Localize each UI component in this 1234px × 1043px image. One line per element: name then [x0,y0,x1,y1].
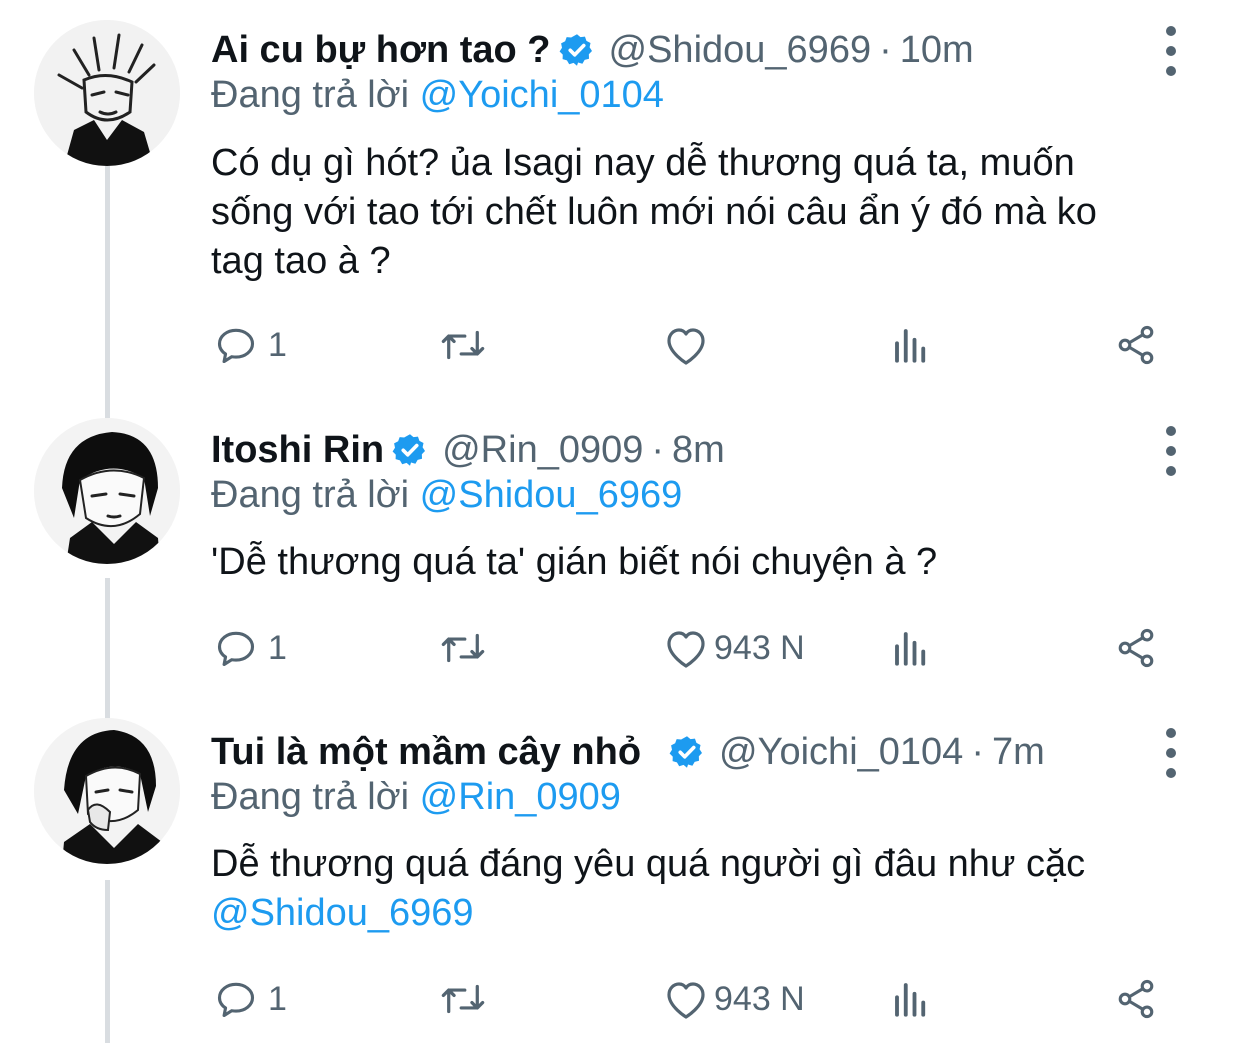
retweet-button[interactable] [438,974,488,1024]
replying-to-label: Đang trả lời [211,776,410,818]
user-handle[interactable]: @Shidou_6969 [609,29,872,72]
tweet-text: Có dụ gì hót? ủa Isagi nay dễ thương quá… [211,139,1201,286]
share-icon [1118,325,1154,365]
replying-to-line: Đang trả lời @Rin_0909 [211,772,621,822]
like-button[interactable]: 943 N [662,623,805,673]
tweet-text: Dễ thương quá đáng yêu quá người gì đâu … [211,840,1201,938]
more-options-button[interactable] [1156,426,1186,476]
share-icon [1118,979,1154,1019]
verified-badge-icon [559,32,595,68]
tweet-text-line: Có dụ gì hót? ủa Isagi nay dễ thương quá… [211,142,1075,184]
replying-to-line: Đang trả lời @Shidou_6969 [211,470,682,520]
heart-icon [667,631,705,668]
tweet-actions: 1 943 N [0,623,1234,673]
heart-icon [667,982,705,1019]
verified-badge-icon [392,432,428,468]
tweet-actions: 1 943 N [0,974,1234,1024]
views-button[interactable] [890,623,932,673]
user-handle[interactable]: @Rin_0909 [442,429,643,472]
reply-icon [217,328,255,364]
reply-button[interactable]: 1 [214,320,287,370]
views-icon [895,983,926,1017]
views-icon [895,632,926,666]
replying-to-mention[interactable]: @Yoichi_0104 [420,74,664,116]
separator-dot: · [879,28,892,71]
reply-count: 1 [268,979,287,1018]
tweet-actions: 1 [0,320,1234,370]
replying-to-mention[interactable]: @Shidou_6969 [420,474,683,516]
retweet-button[interactable] [438,623,488,673]
timestamp[interactable]: 8m [672,429,725,472]
share-button[interactable] [1112,974,1160,1024]
separator-dot: · [971,730,984,773]
user-handle[interactable]: @Yoichi_0104 [719,731,963,774]
tweet-text: 'Dễ thương quá ta' gián biết nói chuyện … [211,538,1201,587]
like-button[interactable]: 943 N [662,974,805,1024]
reply-count: 1 [268,628,287,667]
thread-connector [105,150,110,418]
like-count: 943 N [714,628,805,667]
views-icon [895,329,926,363]
more-options-button[interactable] [1156,26,1186,76]
retweet-button[interactable] [438,320,488,370]
avatar[interactable] [34,418,180,564]
reply-icon [217,982,255,1018]
share-icon [1118,628,1154,668]
separator-dot: · [651,428,665,471]
tweet-text-line: tag tao à ? [211,240,391,282]
reply-button[interactable]: 1 [214,623,287,673]
replying-to-line: Đang trả lời @Yoichi_0104 [211,70,664,120]
replying-to-label: Đang trả lời [211,474,410,516]
more-vertical-icon [1166,426,1176,436]
avatar[interactable] [34,20,180,166]
retweet-icon [441,984,485,1014]
timestamp[interactable]: 10m [900,29,974,72]
share-button[interactable] [1112,320,1160,370]
verified-badge-icon [669,734,705,770]
like-count: 943 N [714,979,805,1018]
reply-count: 1 [268,325,287,364]
tweet-mention[interactable]: @Shidou_6969 [211,889,1201,938]
like-button[interactable] [662,320,714,370]
display-name[interactable]: Tui là một mầm cây nhỏ [211,731,641,774]
reply-icon [217,631,255,667]
replying-to-mention[interactable]: @Rin_0909 [420,776,621,818]
share-button[interactable] [1112,623,1160,673]
views-button[interactable] [890,320,932,370]
display-name[interactable]: Ai cu bự hơn tao ? [211,29,551,72]
views-button[interactable] [890,974,932,1024]
heart-icon [667,328,705,365]
tweet-text-line: 'Dễ thương quá ta' gián biết nói chuyện … [211,541,938,583]
retweet-icon [441,633,485,663]
avatar[interactable] [34,718,180,864]
tweet-text-line: Dễ thương quá đáng yêu quá người gì đâu … [211,843,1086,885]
display-name[interactable]: Itoshi Rin [211,429,384,472]
tweet-text-line: sống với tao tới chết luôn mới nói câu ẩ… [211,191,1097,233]
timestamp[interactable]: 7m [992,731,1045,774]
more-vertical-icon [1166,728,1176,738]
replying-to-label: Đang trả lời [211,74,410,116]
more-options-button[interactable] [1156,728,1186,778]
retweet-icon [441,330,485,360]
more-vertical-icon [1166,26,1176,36]
reply-button[interactable]: 1 [214,974,287,1024]
